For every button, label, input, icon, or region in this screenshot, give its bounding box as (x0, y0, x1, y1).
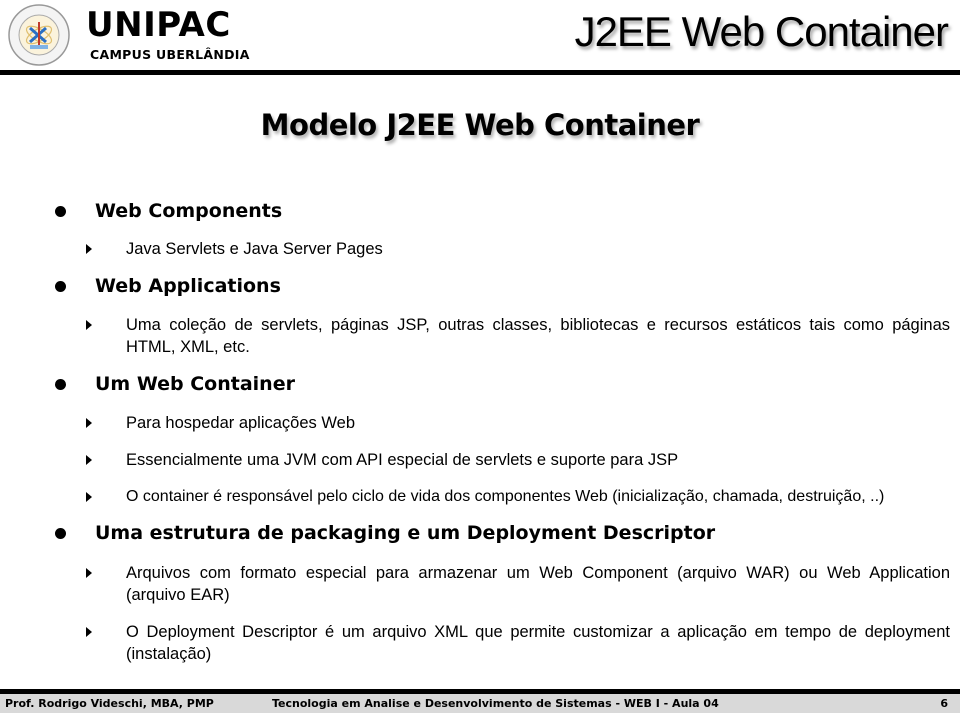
bullet-dot-icon (55, 206, 66, 217)
sub-bullet-text: Para hospedar aplicações Web (126, 414, 356, 432)
bullet-text: Web Components (95, 200, 283, 222)
triangle-bullet-icon (86, 492, 92, 502)
bullet-text: Uma estrutura de packaging e um Deployme… (95, 522, 716, 544)
bullet-dot-icon (55, 528, 66, 539)
bullet-dot-icon (55, 281, 66, 292)
header-title: J2EE Web Container (574, 8, 949, 55)
brand-name: UNIPAC (86, 5, 231, 45)
slide-title: Modelo J2EE Web Container (260, 108, 700, 142)
triangle-bullet-icon (86, 455, 92, 465)
page-number: 6 (940, 697, 948, 710)
bullet-text: Um Web Container (95, 373, 295, 395)
brand-subtitle: CAMPUS UBERLÂNDIA (90, 47, 250, 62)
sub-bullet-text: Uma coleção de servlets, páginas JSP, ou… (126, 316, 950, 356)
sub-bullet-text: Arquivos com formato especial para armaz… (126, 564, 950, 604)
footer-author: Prof. Rodrigo Videschi, MBA, PMP (5, 697, 214, 710)
sub-bullet-text: O Deployment Descriptor é um arquivo XML… (126, 623, 950, 663)
sub-bullet-text: Java Servlets e Java Server Pages (126, 240, 383, 258)
bullet-dot-icon (55, 379, 66, 390)
triangle-bullet-icon (86, 320, 92, 330)
sub-bullet-text: O container é responsável pelo ciclo de … (126, 488, 885, 505)
triangle-bullet-icon (86, 244, 92, 254)
university-seal-icon (8, 4, 70, 66)
header-divider (0, 70, 960, 75)
footer: Prof. Rodrigo Videschi, MBA, PMP Tecnolo… (0, 694, 960, 713)
triangle-bullet-icon (86, 568, 92, 578)
triangle-bullet-icon (86, 418, 92, 428)
bullet-text: Web Applications (95, 275, 281, 297)
footer-course: Tecnologia em Analise e Desenvolvimento … (272, 697, 719, 710)
triangle-bullet-icon (86, 627, 92, 637)
sub-bullet-text: Essencialmente uma JVM com API especial … (126, 451, 679, 469)
